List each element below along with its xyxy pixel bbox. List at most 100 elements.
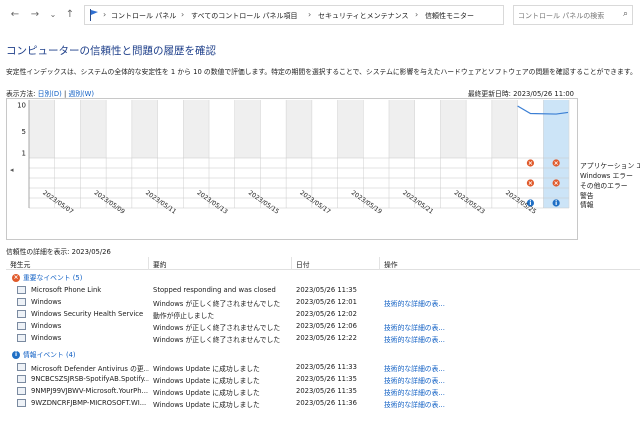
application-icon — [17, 298, 26, 306]
row-date: 2023/05/26 11:35 — [296, 375, 357, 383]
row-source: Microsoft Defender Antivirus の更... — [31, 365, 149, 373]
scroll-left-icon[interactable]: ◂ — [10, 166, 14, 174]
table-row[interactable]: Windows Security Health Service 動作が停止しまし… — [6, 308, 640, 320]
view-weeks-link[interactable]: 週別(W) — [68, 90, 94, 98]
row-date: 2023/05/26 12:22 — [296, 334, 357, 342]
reliability-chart[interactable]: 10 5 1 ◂ × × i × × i 2023/05/07 2023/05/09 2023/05/1… — [6, 98, 578, 240]
day-column — [234, 100, 261, 158]
back-arrow-icon[interactable]: ← — [8, 8, 22, 22]
row-summary: Windows が正しく終了されませんでした — [153, 324, 281, 332]
day-column — [337, 100, 364, 158]
row-source: 9WZDNCRFJBMP-MICROSOFT.WI... — [31, 399, 147, 407]
group-information-events[interactable]: i 情報イベント (4) — [12, 349, 76, 359]
search-input[interactable] — [518, 9, 614, 22]
breadcrumb-separator-icon: › — [308, 10, 312, 19]
last-updated-text: 最終更新日時: 2023/05/26 11:00 — [467, 90, 574, 98]
up-arrow-icon[interactable]: ↑ — [63, 8, 77, 22]
table-row[interactable]: 9NCBCSZSJRSB-SpotifyAB.Spotify... Window… — [6, 373, 640, 385]
application-icon — [17, 286, 26, 294]
row-date: 2023/05/26 12:06 — [296, 322, 357, 330]
x-tick-label: 2023/05/15 — [247, 189, 280, 215]
column-header-summary[interactable]: 要約 — [153, 259, 167, 269]
row-summary: 動作が停止しました — [153, 312, 215, 320]
reliability-chart-svg[interactable]: 1051◂××i××i2023/05/07 2023/05/09 2023/05/1… — [7, 99, 577, 239]
event-marker-glyph: × — [554, 160, 559, 167]
x-tick-label: 2023/05/13 — [195, 189, 228, 215]
row-action-link[interactable]: 技術的な詳細の表... — [384, 399, 445, 409]
table-row[interactable]: Windows Windows が正しく終了されませんでした 2023/05/2… — [6, 332, 640, 344]
row-date: 2023/05/26 11:35 — [296, 286, 357, 294]
row-summary: Windows Update に成功しました — [153, 365, 260, 373]
legend-other-errors: その他のエラー — [580, 182, 628, 190]
group-information-label: 情報イベント (4) — [23, 351, 76, 359]
row-summary: Windows Update に成功しました — [153, 377, 260, 385]
row-action-link[interactable]: 技術的な詳細の表... — [384, 298, 445, 308]
breadcrumb-control-panel[interactable]: コントロール パネル — [111, 11, 176, 21]
row-summary: Windows が正しく終了されませんでした — [153, 336, 281, 344]
day-column — [491, 100, 518, 158]
event-marker-glyph: × — [528, 160, 533, 167]
application-icon — [17, 363, 26, 371]
application-icon — [17, 387, 26, 395]
column-divider[interactable] — [291, 257, 292, 270]
row-date: 2023/05/26 11:35 — [296, 387, 357, 395]
breadcrumb-reliability-monitor[interactable]: 信頼性モニター — [425, 11, 474, 21]
application-icon — [17, 310, 26, 318]
table-row[interactable]: Microsoft Phone Link Stopped responding … — [6, 284, 640, 296]
row-source: 9NCBCSZSJRSB-SpotifyAB.Spotify... — [31, 375, 149, 383]
column-header-source[interactable]: 発生元 — [10, 259, 30, 269]
row-summary: Windows Update に成功しました — [153, 389, 260, 397]
day-column — [183, 100, 209, 158]
control-panel-flag-icon — [89, 9, 99, 21]
day-column — [260, 100, 287, 158]
day-column — [414, 100, 441, 158]
table-row[interactable]: Microsoft Defender Antivirus の更... Windo… — [6, 361, 640, 373]
day-column — [389, 100, 415, 158]
row-source: Microsoft Phone Link — [31, 286, 102, 294]
y-tick-label: 1 — [22, 150, 26, 158]
event-marker-glyph: × — [528, 180, 533, 187]
table-row[interactable]: 9NMPJ99VJBWV-Microsoft.YourPh... Windows… — [6, 385, 640, 397]
table-row[interactable]: Windows Windows が正しく終了されませんでした 2023/05/2… — [6, 296, 640, 308]
search-box[interactable]: ⌕ — [513, 5, 633, 25]
column-header-date[interactable]: 日付 — [296, 259, 310, 269]
row-action-link[interactable]: 技術的な詳細の表... — [384, 363, 445, 373]
row-source: Windows — [31, 334, 62, 342]
y-tick-label: 5 — [22, 128, 26, 136]
y-tick-label: 10 — [17, 102, 26, 110]
group-critical-events[interactable]: × 重要なイベント (5) — [12, 272, 82, 282]
legend-information: 情報 — [580, 201, 594, 209]
breadcrumb-security-maintenance[interactable]: セキュリティとメンテナンス — [318, 11, 408, 21]
search-icon[interactable]: ⌕ — [623, 9, 628, 19]
breadcrumb-separator-icon: › — [103, 10, 107, 19]
group-critical-label: 重要なイベント (5) — [23, 274, 83, 282]
page-description: 安定性インデックスは、システムの全体的な安定性を 1 から 10 の数値で評価し… — [6, 68, 637, 76]
application-icon — [17, 375, 26, 383]
day-column — [131, 100, 158, 158]
table-row[interactable]: Windows Windows が正しく終了されませんでした 2023/05/2… — [6, 320, 640, 332]
forward-arrow-icon[interactable]: → — [28, 8, 42, 22]
view-mode-label: 表示方法: — [6, 90, 36, 98]
row-summary: Stopped responding and was closed — [153, 286, 276, 294]
x-tick-label: 2023/05/21 — [401, 189, 434, 215]
row-action-link[interactable]: 技術的な詳細の表... — [384, 375, 445, 385]
day-column — [157, 100, 184, 158]
column-divider[interactable] — [148, 257, 149, 270]
table-row[interactable]: 9WZDNCRFJBMP-MICROSOFT.WI... Windows Upd… — [6, 397, 640, 409]
row-action-link[interactable]: 技術的な詳細の表... — [384, 322, 445, 332]
day-column — [54, 100, 81, 158]
column-header-action[interactable]: 操作 — [384, 259, 398, 269]
recent-pages-chevron-icon[interactable]: ⌄ — [46, 8, 60, 22]
x-tick-label: 2023/05/23 — [453, 189, 486, 215]
breadcrumb-all-items[interactable]: すべてのコントロール パネル項目 — [191, 11, 297, 21]
day-column — [311, 100, 338, 158]
column-divider[interactable] — [379, 257, 380, 270]
row-summary: Windows Update に成功しました — [153, 401, 260, 409]
row-action-link[interactable]: 技術的な詳細の表... — [384, 387, 445, 397]
view-days-link[interactable]: 日別(D) — [38, 90, 62, 98]
row-date: 2023/05/26 12:01 — [296, 298, 357, 306]
address-bar[interactable]: › コントロール パネル › すべてのコントロール パネル項目 › セキュリティ… — [84, 5, 583, 25]
selected-day-column — [543, 100, 569, 208]
row-action-link[interactable]: 技術的な詳細の表... — [384, 334, 445, 344]
legend-application-errors: アプリケーション エラー — [580, 162, 640, 170]
